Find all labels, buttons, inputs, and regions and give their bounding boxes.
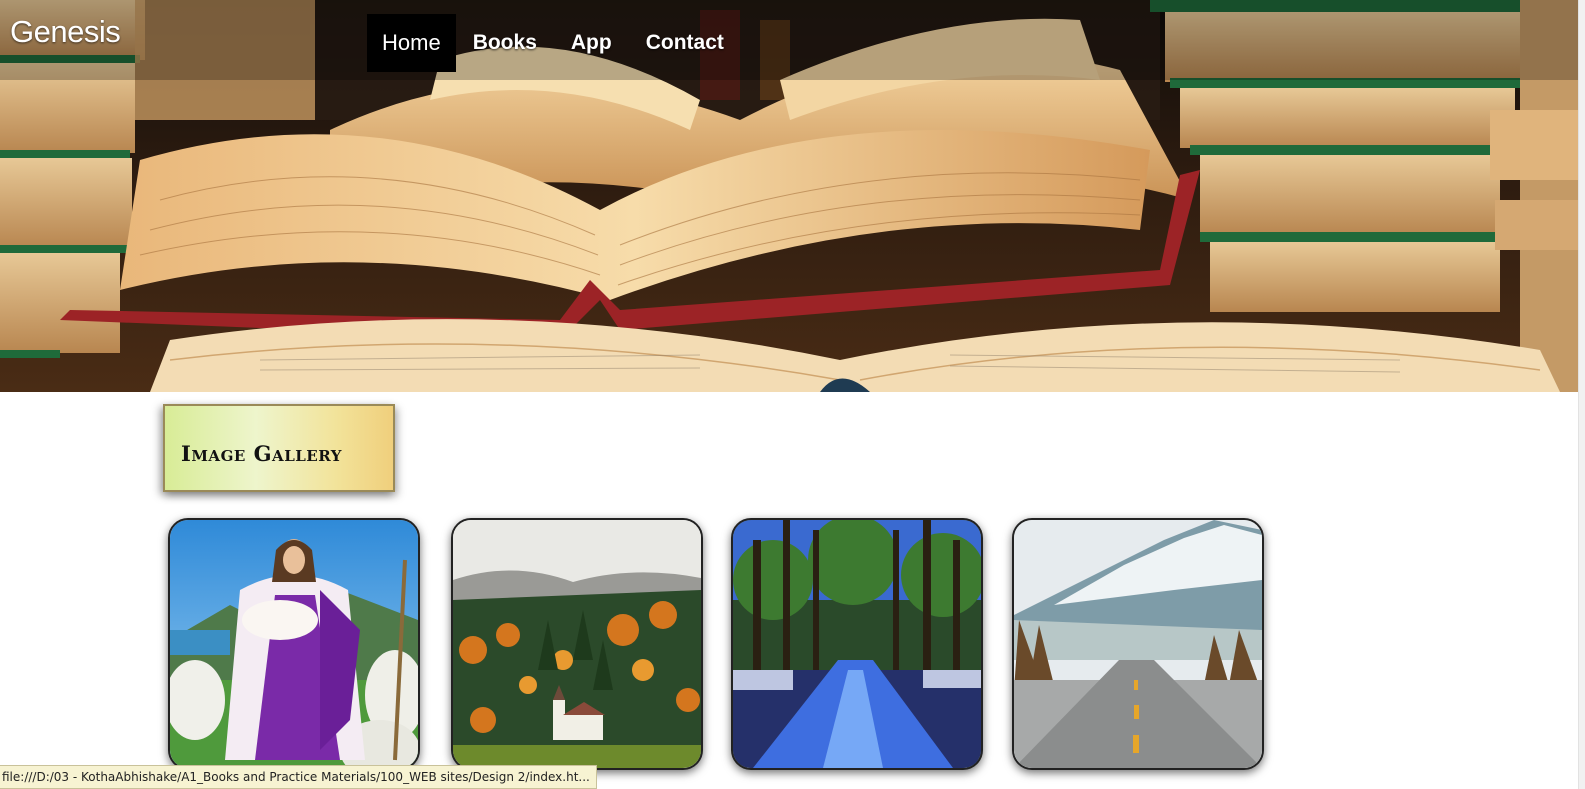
brand-logo[interactable]: Genesis — [10, 14, 121, 50]
autumn-forest-chapel-image — [453, 520, 701, 768]
browser-status-url: file:///D:/03 - KothaAbhishake/A1_Books … — [0, 765, 597, 789]
gallery-image-forest-chapel[interactable] — [451, 518, 703, 770]
gallery-image-mountain-road[interactable] — [1012, 518, 1264, 770]
blue-forest-road-image — [733, 520, 981, 768]
page: Genesis Home Books App Contact Image Gal… — [0, 0, 1585, 789]
open-books-banner-image — [0, 0, 1578, 392]
vertical-scrollbar[interactable] — [1578, 0, 1585, 789]
hero-banner: Genesis Home Books App Contact — [0, 0, 1578, 392]
gallery-title: Image Gallery — [163, 404, 395, 492]
mountain-highway-image — [1014, 520, 1262, 768]
nav-item-app[interactable]: App — [554, 14, 629, 72]
main-nav: Home Books App Contact — [367, 14, 741, 72]
gallery-image-blue-road[interactable] — [731, 518, 983, 770]
gallery-image-shepherd[interactable] — [168, 518, 420, 770]
nav-item-contact[interactable]: Contact — [629, 14, 741, 72]
nav-item-home[interactable]: Home — [367, 14, 456, 72]
shepherd-image — [170, 520, 418, 768]
nav-item-books[interactable]: Books — [456, 14, 554, 72]
